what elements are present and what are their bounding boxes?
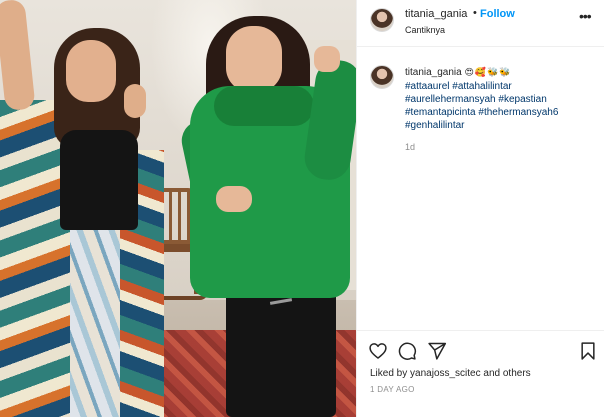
caption-emojis: 😍🥰🐝🐝 <box>464 68 512 78</box>
caption-avatar[interactable] <box>370 65 394 89</box>
header-username[interactable]: titania_gania <box>405 8 467 20</box>
comment-icon[interactable] <box>397 341 417 361</box>
dancer-left-hand <box>124 84 146 118</box>
dancer-left-face <box>66 40 116 102</box>
avatar[interactable] <box>370 8 394 32</box>
post-side-panel: titania_gania • Follow Cantiknya ••• tit… <box>356 0 604 417</box>
hashtag-line[interactable]: #temantapicinta #thehermansyah6 <box>405 106 595 119</box>
dancer-left-top <box>60 130 138 230</box>
dancer-left-raised-arm <box>0 0 36 112</box>
dancer-right-face <box>226 26 282 92</box>
likes-prefix: Liked by <box>370 368 408 379</box>
hashtag-line[interactable]: #aurellehermansyah #kepastian <box>405 93 595 106</box>
caption-timestamp[interactable]: 1d <box>405 142 415 152</box>
hashtag-list: #attaaurel #attahalilintar #aurelleherma… <box>405 80 595 132</box>
caption-line: titania_gania 😍🥰🐝🐝 <box>405 67 595 79</box>
post-video[interactable] <box>0 0 356 417</box>
likes-suffix[interactable]: and others <box>483 368 530 379</box>
hashtag-line[interactable]: #attaaurel #attahalilintar <box>405 80 595 93</box>
more-options-icon[interactable]: ••• <box>579 8 592 24</box>
hashtag-line[interactable]: #genhalilintar <box>405 119 595 132</box>
location-link[interactable]: Cantiknya <box>405 25 445 35</box>
follow-button[interactable]: Follow <box>480 8 515 20</box>
dancer-right-hand <box>216 186 252 212</box>
post-header: titania_gania • Follow Cantiknya ••• <box>357 0 604 47</box>
post-date[interactable]: 1 DAY AGO <box>370 385 415 394</box>
instagram-post: titania_gania • Follow Cantiknya ••• tit… <box>0 0 604 417</box>
header-separator: • <box>473 7 477 19</box>
heart-icon[interactable] <box>368 341 388 361</box>
dancer-right-pants <box>226 290 336 417</box>
post-actions: Liked by yanajoss_scitec and others 1 DA… <box>357 330 604 417</box>
liked-by-user[interactable]: yanajoss_scitec <box>410 368 481 379</box>
share-icon[interactable] <box>427 341 447 361</box>
caption-username[interactable]: titania_gania <box>405 67 462 78</box>
likes-line: Liked by yanajoss_scitec and others <box>370 368 531 379</box>
dancer-right-hood <box>214 86 314 126</box>
dancer-right-fist <box>314 46 340 72</box>
bookmark-icon[interactable] <box>578 341 598 361</box>
